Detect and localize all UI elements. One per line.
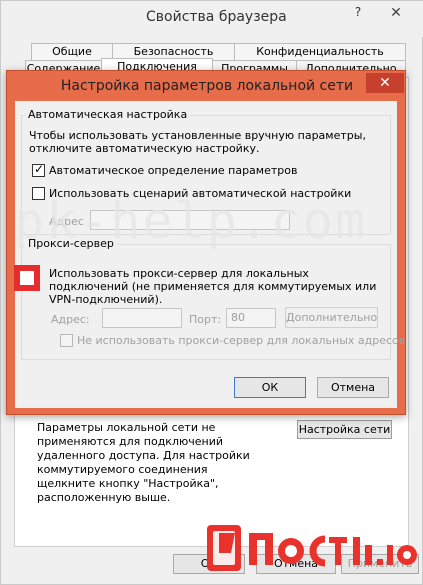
postila-logo-wordmark [249, 533, 417, 567]
outer-window-title: Свойства браузера [146, 9, 287, 25]
proxy-port-field[interactable]: 80 [226, 308, 276, 328]
proxy-port-label: Порт: [189, 313, 222, 326]
dialog-title: Настройка параметров локальной сети [60, 78, 354, 94]
auto-config-group-label: Автоматическая настройка [25, 108, 191, 121]
proxy-group-label: Прокси-сервер [25, 237, 117, 250]
auto-config-description: Чтобы использовать установленные вручную… [29, 129, 366, 155]
outer-title-bar: Свойства браузера ? ✕ [1, 1, 423, 37]
bypass-local-label[interactable]: Не использовать прокси-сервер для локаль… [77, 334, 405, 347]
postila-logo [207, 525, 417, 571]
lan-settings-dialog: Настройка параметров локальной сети ✕ Ав… [6, 70, 406, 415]
proxy-advanced-button[interactable]: Дополнительно [285, 307, 378, 328]
auto-detect-checkbox[interactable] [32, 162, 45, 177]
postila-logo-mark [207, 525, 241, 571]
auto-detect-label[interactable]: Автоматическое определение параметров [49, 164, 297, 177]
auto-script-label[interactable]: Использовать сценарий автоматической нас… [49, 187, 351, 200]
dialog-cancel-button[interactable]: Отмена [317, 377, 389, 398]
script-address-label: Адрес [49, 215, 84, 228]
outer-close-icon[interactable]: ✕ [373, 3, 419, 23]
script-address-field[interactable] [90, 210, 290, 230]
use-proxy-checkbox-box [20, 271, 34, 285]
proxy-address-label: Адрес: [51, 313, 90, 326]
tab-privacy[interactable]: Конфиденциальность [234, 43, 406, 61]
use-proxy-checkbox[interactable] [14, 265, 40, 291]
dialog-body: Автоматическая настройка Чтобы использов… [15, 101, 405, 408]
proxy-address-field[interactable] [102, 308, 182, 328]
dialog-ok-button[interactable]: ОК [234, 377, 306, 398]
use-proxy-label[interactable]: Использовать прокси-сервер для локальных… [49, 267, 385, 306]
lan-settings-button[interactable]: Настройка сети [297, 420, 392, 439]
bypass-local-checkbox[interactable] [60, 334, 73, 347]
dialog-close-icon[interactable]: ✕ [366, 73, 404, 93]
help-icon[interactable]: ? [351, 5, 365, 21]
auto-script-checkbox[interactable] [32, 187, 45, 200]
